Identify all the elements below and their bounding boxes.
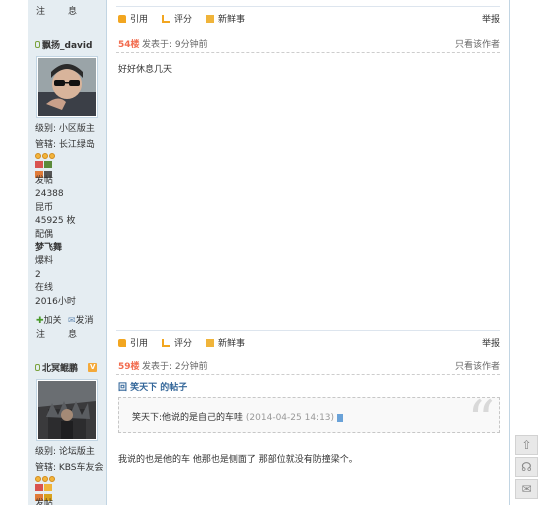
quote-icon xyxy=(118,14,126,23)
avatar[interactable] xyxy=(36,56,98,118)
avatar-image xyxy=(38,381,96,439)
jump-icon[interactable] xyxy=(337,413,344,422)
quote-button[interactable]: 引用 xyxy=(118,336,148,349)
stat-label-online: 在线 xyxy=(35,283,54,294)
sun-icon xyxy=(42,153,48,159)
news-icon xyxy=(206,14,214,23)
arrow-up-icon: ⇧ xyxy=(521,438,532,452)
only-author-link[interactable]: 只看该作者 xyxy=(455,37,500,50)
medal-icon xyxy=(35,484,43,491)
stat-value-spouse[interactable]: 梦飞舞 xyxy=(35,242,105,255)
rank-badges xyxy=(35,475,105,483)
sun-icon xyxy=(42,476,48,482)
news-button[interactable]: 新鲜事 xyxy=(206,12,245,25)
medal-icon xyxy=(44,161,52,168)
user-profile: 飘扬_david 级别: 小区版主 管辖: 长江绿岛 发帖 24388 昆币 4… xyxy=(35,38,105,309)
quote-icon xyxy=(118,338,126,347)
floor-number[interactable]: 54楼 xyxy=(118,37,140,50)
medal-row xyxy=(35,161,105,178)
stat-label-posts: 发帖 xyxy=(35,176,54,186)
post-content: 我说的也是他的车 他那也是侧面了 那部位就没有防撞梁个。 xyxy=(118,455,358,465)
rate-button[interactable]: 评分 xyxy=(162,336,192,349)
quote-mark-icon: “ xyxy=(467,389,495,452)
contact-right[interactable]: 息 xyxy=(68,327,77,340)
user-manage[interactable]: 管辖: KBS车友会 xyxy=(35,460,105,473)
stat-value-posts: 24388 xyxy=(35,189,64,200)
stat-label-leaks: 爆料 xyxy=(35,256,54,267)
post-time: 发表于: 9分钟前 xyxy=(142,40,208,50)
medal-row xyxy=(35,484,105,501)
report-button[interactable]: 举报 xyxy=(482,336,500,349)
quote-content: 笑天下:他说的是自己的车哇 (2014-04-25 14:13) xyxy=(132,410,344,423)
stat-value-online: 2016小时 xyxy=(35,296,76,307)
rate-icon xyxy=(162,338,170,347)
wechat-button[interactable]: ✉ xyxy=(515,479,538,499)
send-message-button[interactable]: ✉发消 xyxy=(68,313,94,326)
username[interactable]: 北冥鲲鹏 V xyxy=(35,361,105,374)
quote-title[interactable]: 回 笑天下 的帖子 xyxy=(118,380,187,393)
stat-label-spouse: 配偶 xyxy=(35,229,54,240)
post-header: 59楼 发表于: 2分钟前 只看该作者 xyxy=(116,353,500,375)
plus-icon: ✚ xyxy=(36,316,44,326)
stat-label-coins: 昆币 xyxy=(35,202,54,213)
stat-label-posts: 发帖 xyxy=(35,499,54,505)
back-to-top-button[interactable]: ⇧ xyxy=(515,435,538,455)
headset-icon: ☊ xyxy=(521,460,532,474)
rate-button[interactable]: 评分 xyxy=(162,12,192,25)
online-icon xyxy=(35,364,40,371)
report-button[interactable]: 举报 xyxy=(482,12,500,25)
floor-number[interactable]: 59楼 xyxy=(118,359,140,372)
add-friend-button[interactable]: ✚加关 xyxy=(36,313,62,326)
customer-service-button[interactable]: ☊ xyxy=(515,457,538,477)
avatar-image xyxy=(38,58,96,116)
username[interactable]: 飘扬_david xyxy=(35,38,105,51)
prev-contact-left[interactable]: 注 xyxy=(36,4,45,17)
medal-icon xyxy=(35,161,43,168)
post-action-bar: 引用 评分 新鲜事 举报 xyxy=(116,6,500,26)
post-header: 54楼 发表于: 9分钟前 只看该作者 xyxy=(116,31,500,53)
only-author-link[interactable]: 只看该作者 xyxy=(455,359,500,372)
message-icon: ✉ xyxy=(68,316,76,326)
post-time: 发表于: 2分钟前 xyxy=(142,362,208,372)
prev-contact-row[interactable]: 注 息 xyxy=(36,4,96,17)
post-action-bar: 引用 评分 新鲜事 举报 xyxy=(116,330,500,350)
avatar[interactable] xyxy=(36,379,98,441)
online-icon xyxy=(35,41,40,48)
quote-block: 笑天下:他说的是自己的车哇 (2014-04-25 14:13) “ xyxy=(118,394,500,448)
page-margin xyxy=(0,0,28,505)
quote-button[interactable]: 引用 xyxy=(118,12,148,25)
stat-value-leaks: 2 xyxy=(35,269,41,280)
rate-icon xyxy=(162,14,170,23)
vip-badge: V xyxy=(88,363,98,372)
trophy-icon xyxy=(44,484,52,491)
side-toolbar: ⇧ ☊ ✉ xyxy=(515,435,538,501)
wechat-icon: ✉ xyxy=(521,482,532,496)
sun-icon xyxy=(35,476,41,482)
news-icon xyxy=(206,338,214,347)
user-manage[interactable]: 管辖: 长江绿岛 xyxy=(35,137,105,150)
user-profile: 北冥鲲鹏 V 级别: 论坛版主 管辖: KBS车友会 发帖 xyxy=(35,361,105,505)
post-content: 好好休息几天 xyxy=(118,65,173,75)
stat-value-coins: 45925 枚 xyxy=(35,216,76,227)
user-level: 级别: 小区版主 xyxy=(35,124,95,134)
prev-contact-right[interactable]: 息 xyxy=(68,4,77,17)
rank-badges xyxy=(35,152,105,160)
news-button[interactable]: 新鲜事 xyxy=(206,336,245,349)
quote-time: (2014-04-25 14:13) xyxy=(245,413,335,423)
contact-left[interactable]: 注 xyxy=(36,327,45,340)
user-level: 级别: 论坛版主 xyxy=(35,447,95,457)
sun-icon xyxy=(49,153,55,159)
sun-icon xyxy=(49,476,55,482)
sun-icon xyxy=(35,153,41,159)
